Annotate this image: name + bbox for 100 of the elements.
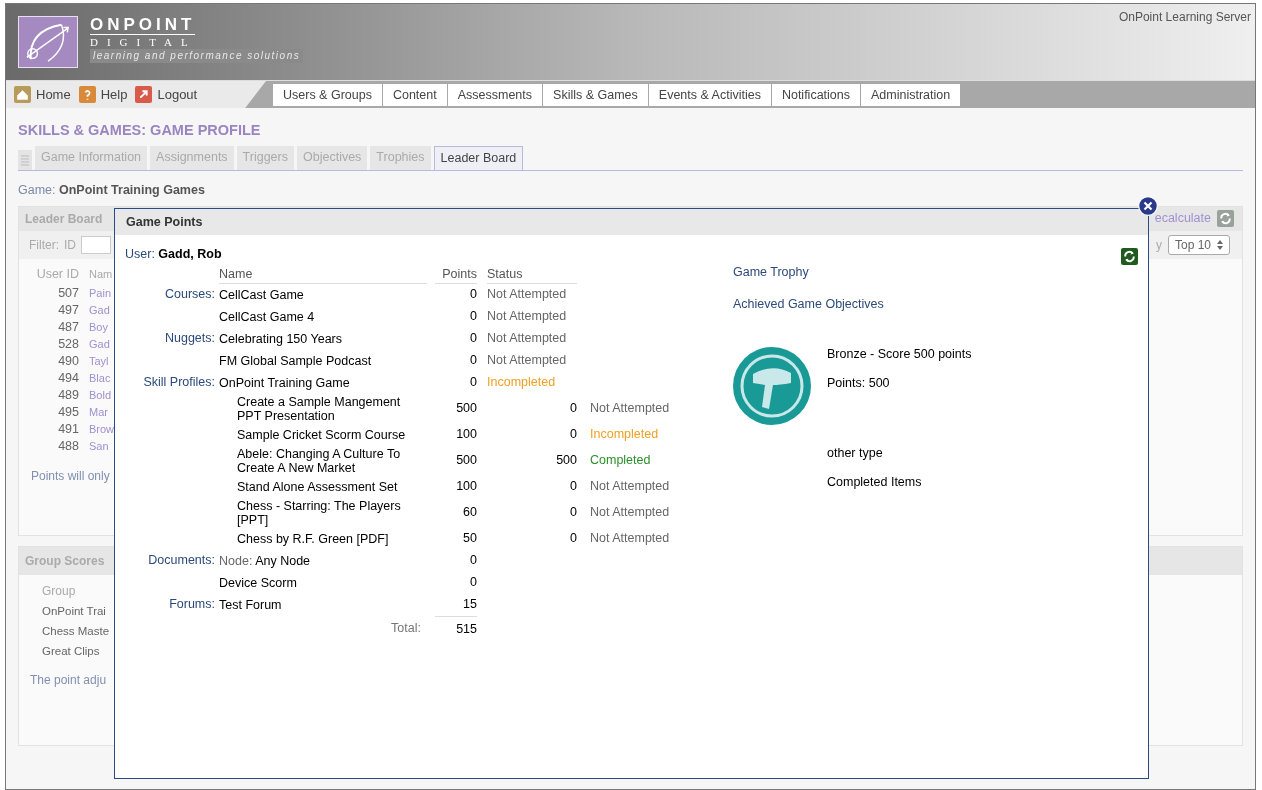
refresh-icon[interactable] <box>1121 248 1138 265</box>
group-name: OnPoint Trai <box>42 603 106 619</box>
user-name-link[interactable]: Gad <box>89 335 110 353</box>
item-status: Incompleted <box>486 374 557 392</box>
user-name-link[interactable]: Mar <box>89 403 108 421</box>
item-status: Not Attempted <box>486 352 568 370</box>
item-points: 0 <box>469 308 477 326</box>
section-link[interactable]: Game Trophy <box>733 263 809 282</box>
total-label: Total: <box>390 619 422 637</box>
nav-tab[interactable]: Notifications <box>771 84 860 106</box>
user-id: 487 <box>57 318 79 336</box>
column-header: Group <box>42 582 76 600</box>
game-name: OnPoint Training Games <box>59 182 205 197</box>
item-name: Node: Any Node <box>218 553 312 568</box>
user-name-link[interactable]: Bold <box>89 386 112 404</box>
recalculate-link[interactable]: ecalculate <box>1154 209 1211 228</box>
sub-tab[interactable]: Objectives <box>297 145 368 170</box>
item-points: 0 <box>469 574 477 592</box>
trophy-badge-icon <box>733 346 811 425</box>
item-points: 0 <box>469 286 477 304</box>
category-label: Courses: <box>164 286 215 304</box>
sort-label: y <box>1155 236 1162 254</box>
trophy-points: Points: 500 <box>827 375 891 391</box>
logo-subtitle: DIGITAL <box>90 35 198 49</box>
sub-tab[interactable]: Trophies <box>370 145 431 170</box>
trophy-items: Completed Items <box>827 474 923 490</box>
item-status: Not Attempted <box>589 400 671 418</box>
server-name: OnPoint Learning Server <box>1118 9 1251 26</box>
sub-tab[interactable]: Leader Board <box>433 145 524 170</box>
nav-tab[interactable]: Skills & Games <box>543 84 648 106</box>
column-header: Nam <box>89 267 113 283</box>
panel-title: Group Scores <box>25 552 105 570</box>
item-points: 100 <box>455 478 477 496</box>
user-name-link[interactable]: Tayl <box>89 352 109 370</box>
item-status: Not Attempted <box>589 530 671 548</box>
earned-points: 0 <box>569 530 577 548</box>
user-name-link[interactable]: Pain <box>89 284 112 302</box>
nav-link[interactable]: Home <box>14 84 71 105</box>
item-name: Stand Alone Assessment Set <box>236 479 399 494</box>
item-name: FM Global Sample Podcast <box>218 353 373 368</box>
sub-tab[interactable]: Game Information <box>35 145 148 170</box>
sub-tab[interactable]: Triggers <box>236 145 294 170</box>
user-name-link[interactable]: Gad <box>89 301 110 319</box>
filter-field[interactable] <box>81 235 111 254</box>
item-status: Not Attempted <box>486 330 568 348</box>
user-id: 528 <box>57 335 79 353</box>
user-name-link[interactable]: Boy <box>89 318 108 336</box>
filter-label: Filter: <box>29 236 59 254</box>
user-id: 488 <box>57 437 79 455</box>
list-icon <box>18 149 32 170</box>
nav-link[interactable]: Help <box>78 84 128 105</box>
item-name: Test Forum <box>218 597 283 612</box>
user-name-link[interactable]: Brow <box>89 420 115 438</box>
column-header: Points <box>435 263 477 284</box>
item-name: Abele: Changing A Culture To Create A New Market <box>236 446 402 475</box>
trophy-type: other type <box>827 445 884 461</box>
item-points: 0 <box>469 552 477 570</box>
group-name: Chess Maste <box>42 623 110 639</box>
item-points: 100 <box>455 426 477 444</box>
item-name: CellCast Game 4 <box>218 309 316 324</box>
user-name-link[interactable]: Blac <box>89 369 111 387</box>
user-id: 490 <box>57 352 79 370</box>
group-scores-note: The point adju <box>30 671 107 689</box>
sub-tab[interactable]: Assignments <box>150 145 234 170</box>
item-name: Chess by R.F. Green [PDF] <box>236 531 390 546</box>
help-icon <box>78 86 96 103</box>
item-name: Celebrating 150 Years <box>218 331 343 346</box>
top-select[interactable]: Top 10 <box>1167 234 1230 255</box>
item-name: Sample Cricket Scorm Course <box>236 427 407 442</box>
user-name-link[interactable]: San <box>89 437 109 455</box>
dialog-title: Game Points <box>126 213 203 231</box>
user-id: 495 <box>57 403 79 421</box>
item-points: 500 <box>455 400 477 418</box>
category-label: Nuggets: <box>164 330 215 348</box>
nav-tab[interactable]: Users & Groups <box>273 84 382 106</box>
home-icon <box>14 86 31 103</box>
nav-tab[interactable]: Administration <box>861 84 961 106</box>
trophy-title: Bronze - Score 500 points <box>827 346 972 362</box>
item-points: 15 <box>462 596 477 614</box>
item-status: Completed <box>589 452 652 470</box>
item-name: Create a Sample Mangement PPT Presentation <box>236 394 402 423</box>
group-name: Great Clips <box>42 643 100 659</box>
page-title: SKILLS & GAMES: GAME PROFILE <box>18 121 262 140</box>
item-name: Device Scorm <box>218 575 298 590</box>
nav-tab[interactable]: Events & Activities <box>648 84 771 106</box>
earned-points: 0 <box>569 478 577 496</box>
nav-tab[interactable]: Assessments <box>447 84 543 106</box>
category-label: Documents: <box>148 552 215 570</box>
item-status: Not Attempted <box>486 286 568 304</box>
section-link[interactable]: Achieved Game Objectives <box>733 294 884 314</box>
column-header: User ID <box>35 266 79 284</box>
item-points: 500 <box>455 452 477 470</box>
user-id: 507 <box>57 284 79 302</box>
item-status: Incompleted <box>589 426 660 444</box>
nav-tab[interactable]: Content <box>382 84 447 106</box>
total-points: 515 <box>435 615 477 640</box>
column-header: Status <box>487 263 577 284</box>
category-label: Forums: <box>169 596 215 614</box>
earned-points: 500 <box>555 452 577 470</box>
nav-link[interactable]: Logout <box>135 84 198 105</box>
